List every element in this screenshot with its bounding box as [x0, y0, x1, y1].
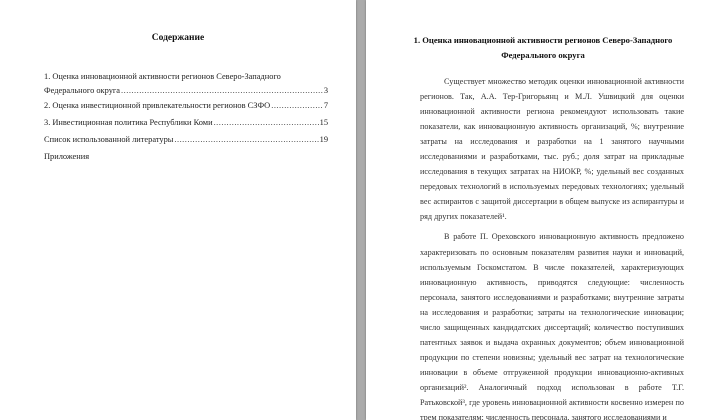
paragraph-line: инновационной активности региона рекомен…	[420, 107, 684, 117]
toc-entry-4[interactable]: Список использованной литературы 19	[44, 133, 328, 147]
toc-page-number: 3	[323, 85, 328, 95]
paragraph-line: на исследования и разработки; затраты на…	[420, 307, 684, 317]
paragraph-line: исследованиями и разработками, тыс. руб.…	[420, 152, 684, 162]
toc-leader-dots	[271, 99, 323, 113]
paragraph-line: характеризовать по основным показателям …	[420, 247, 684, 257]
toc-page-number: 19	[319, 135, 328, 144]
toc-entry-text: 3. Инвестиционная политика Республики Ко…	[44, 118, 213, 127]
paragraph-line: инновационную активность, приводятся сле…	[420, 277, 684, 287]
paragraph-line: ряд других показателей¹.	[420, 212, 507, 222]
paragraph-line: патентных заявок и выдача охранных докум…	[420, 337, 684, 347]
toc-entry-text: Список использованной литературы	[44, 135, 174, 144]
paragraph-line: вес аспирантов с защитой диссертации в о…	[420, 197, 684, 207]
content-page: 1. Оценка инновационной активности регио…	[366, 0, 720, 420]
toc-entry-5[interactable]: Приложения	[44, 150, 328, 164]
paragraph-line: затраты на исследования и разработки на …	[420, 137, 684, 147]
paragraph-line: персонала, занятого исследованиями и раз…	[420, 292, 684, 302]
toc-entry-text: Приложения	[44, 152, 90, 161]
toc-entry-1[interactable]: 1. Оценка инновационной активности регио…	[44, 70, 328, 97]
paragraph-line: трем показателям: численность персонала,…	[420, 413, 667, 420]
toc-page-number: 7	[323, 101, 328, 110]
toc-page: Содержание 1. Оценка инновационной актив…	[0, 0, 356, 420]
toc-page-number: 15	[319, 118, 328, 127]
paragraph-2: В работе П. Ореховского инновационную ак…	[420, 229, 684, 420]
toc-leader-dots	[174, 133, 318, 147]
paragraph-line: регионов. Так, А.А. Тер-Григорьянц и М.Л…	[420, 92, 684, 102]
paragraph-line: показатели, как инновационную активность…	[420, 122, 684, 132]
toc-title: Содержание	[151, 33, 205, 43]
toc-list: 1. Оценка инновационной активности регио…	[44, 70, 328, 167]
toc-entry-line: Федерального округа 3	[44, 84, 328, 98]
toc-entry-line: 3. Инвестиционная политика Республики Ко…	[44, 116, 328, 130]
paragraph-line: используемым Госкомстатом. В числе показ…	[420, 262, 684, 272]
paragraph-line: число защищенных кандидатских диссертаци…	[420, 322, 684, 332]
body-text: Существует множество методик оценки инно…	[420, 74, 684, 420]
toc-entry-2[interactable]: 2. Оценка инвестиционной привлекательнос…	[44, 99, 328, 113]
toc-entry-text: 2. Оценка инвестиционной привлекательнос…	[44, 101, 271, 110]
paragraph-line: инновации в объеме отгруженной продукции…	[420, 367, 684, 377]
toc-leader-dots	[214, 116, 319, 130]
paragraph-line: организаций². Аналогичный подход использ…	[420, 382, 684, 392]
section-title: 1. Оценка инновационной активности регио…	[366, 33, 720, 62]
paragraph-line: исследования в текущих затратах на НИОКР…	[420, 167, 684, 177]
section-title-line: 1. Оценка инновационной активности регио…	[413, 35, 673, 45]
toc-leader-dots	[121, 84, 323, 98]
toc-entry-line: 2. Оценка инвестиционной привлекательнос…	[44, 99, 328, 113]
toc-entry-text: Федерального округа	[44, 85, 121, 95]
paragraph-1: Существует множество методик оценки инно…	[420, 74, 684, 224]
toc-entry-text: 1. Оценка инновационной активности регио…	[44, 72, 281, 81]
toc-entry-line: Список использованной литературы 19	[44, 133, 328, 147]
toc-entry-3[interactable]: 3. Инвестиционная политика Республики Ко…	[44, 116, 328, 130]
paragraph-line: продукции по степени новизны; удельный в…	[420, 352, 684, 362]
paragraph-line: В работе П. Ореховского инновационную ак…	[444, 232, 684, 242]
section-title-line: Федерального округа	[501, 49, 585, 60]
paragraph-line: Существует множество методик оценки инно…	[444, 77, 684, 86]
paragraph-line: Ратьковской³, где уровень инновационной …	[420, 397, 684, 407]
paragraph-line: передовых технологий в используемых пере…	[420, 182, 684, 192]
